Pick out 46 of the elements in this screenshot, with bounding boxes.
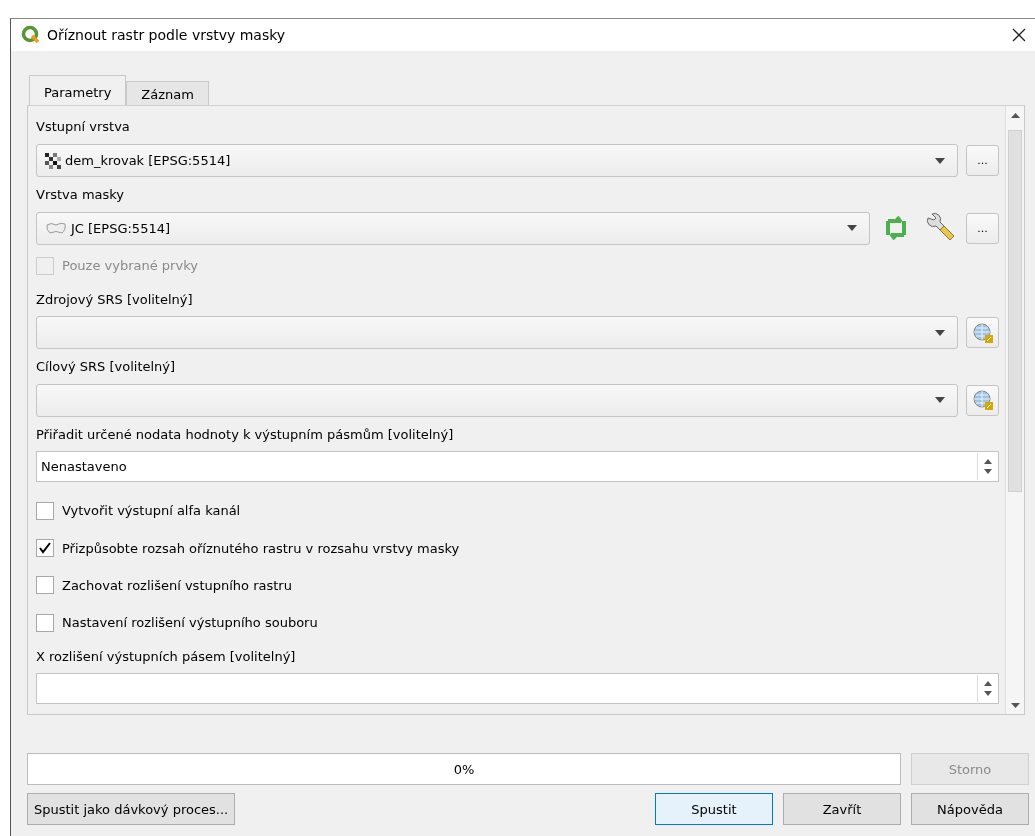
globe-icon xyxy=(971,321,994,344)
window-title: Oříznout rastr podle vrstvy masky xyxy=(47,27,287,43)
checkbox[interactable] xyxy=(36,576,54,595)
dropdown-caret-icon xyxy=(935,329,945,336)
dialog-button[interactable]: Nápověda xyxy=(911,793,1029,825)
field-label: Vrstva masky xyxy=(36,185,126,204)
dialog-button[interactable]: Spustit xyxy=(655,793,773,825)
checkbox-label: Nastavení rozlišení výstupního souboru xyxy=(62,615,318,631)
number-field[interactable] xyxy=(36,673,999,705)
field-label: Přiřadit určené nodata hodnoty k výstupním pásmům [volitelný] xyxy=(36,425,455,444)
crs-select-button[interactable] xyxy=(966,317,999,349)
browse-button[interactable]: ... xyxy=(966,145,999,176)
field-label: Vstupní vrstva xyxy=(36,118,131,137)
checkbox[interactable] xyxy=(36,539,54,558)
layer-dropdown[interactable] xyxy=(36,383,958,417)
dropdown-caret-icon xyxy=(935,397,945,404)
checkbox[interactable] xyxy=(36,613,54,632)
batch-process-button[interactable]: Spustit jako dávkový proces... xyxy=(27,793,236,825)
tab[interactable]: Parametry xyxy=(29,75,127,105)
scrollbar[interactable] xyxy=(1005,106,1024,714)
dialog-button[interactable]: Zavřít xyxy=(783,793,901,825)
scroll-down-icon[interactable] xyxy=(1010,702,1020,708)
dropdown-caret-icon xyxy=(935,157,945,164)
close-icon[interactable] xyxy=(1011,27,1027,43)
checkbox-label: Přizpůsobte rozsah oříznutého rastru v rozsahu vrstvy masky xyxy=(62,540,460,556)
scroll-up-icon[interactable] xyxy=(1010,112,1020,118)
field-label: Zdrojový SRS [volitelný] xyxy=(36,290,194,309)
raster-layer-icon xyxy=(45,152,61,169)
globe-icon xyxy=(971,389,994,412)
app-logo-icon xyxy=(21,25,41,45)
progress-text: 0% xyxy=(453,761,475,777)
layer-dropdown[interactable]: JC [EPSG:5514] xyxy=(36,211,870,245)
layer-dropdown[interactable] xyxy=(36,316,958,350)
field-label: Cílový SRS [volitelný] xyxy=(36,358,177,377)
dropdown-caret-icon xyxy=(847,225,857,232)
layer-dropdown[interactable]: dem_krovak [EPSG:5514] xyxy=(36,144,958,177)
checkbox-label: Pouze vybrané prvky xyxy=(62,258,198,274)
browse-button[interactable]: ... xyxy=(966,212,999,244)
polygon-layer-icon xyxy=(45,221,67,236)
checkbox-label: Zachovat rozlišení vstupního rastru xyxy=(62,577,292,593)
checkbox[interactable] xyxy=(36,501,54,520)
field-label: X rozlišení výstupních pásem [volitelný] xyxy=(36,647,297,666)
crs-select-button[interactable] xyxy=(966,384,999,416)
tab[interactable]: Záznam xyxy=(126,81,209,105)
number-field[interactable]: Nenastaveno xyxy=(36,450,999,482)
checkbox-label: Vytvořit výstupní alfa kanál xyxy=(62,503,241,519)
